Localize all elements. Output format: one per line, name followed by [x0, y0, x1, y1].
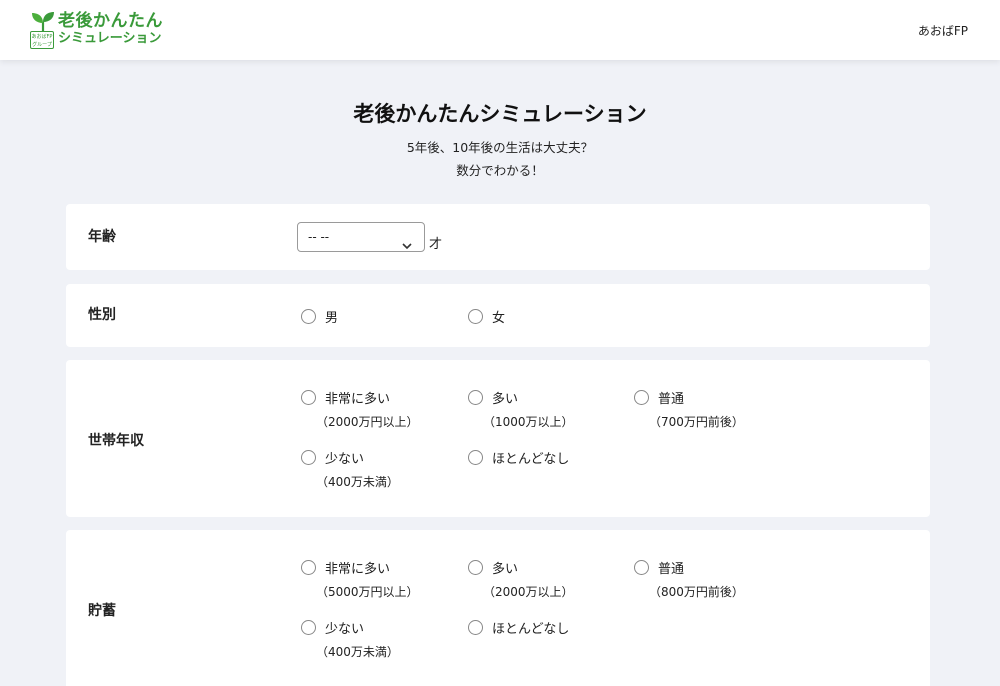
option-label: ほとんどなし	[492, 452, 570, 467]
subtitle-line-1: 5年後、10年後の生活は大丈夫？	[406, 140, 594, 155]
savings-option-almost-none[interactable]: ほとんどなし	[468, 618, 569, 637]
option-sublabel: （5000万円以上）	[316, 585, 419, 599]
site-header: あおばFP グループ 老後かんたん シミュレーション あおばFP	[0, 0, 1000, 60]
income-card: 世帯年収 非常に多い （2000万円以上） 多い （1000万以上） 普通 （7…	[66, 360, 930, 517]
savings-option-low[interactable]: 少ない	[301, 618, 364, 637]
option-label: 多い	[492, 562, 519, 577]
savings-option-normal[interactable]: 普通	[634, 558, 684, 577]
option-sublabel: （700万円前後）	[649, 415, 744, 429]
savings-option-high[interactable]: 多い	[468, 558, 518, 577]
gender-card: 性別 男 女	[66, 284, 930, 347]
option-sublabel: （400万未満）	[316, 645, 399, 659]
income-option-normal[interactable]: 普通	[634, 388, 684, 407]
age-card: 年齢 -- -- 才	[66, 204, 930, 270]
gender-label: 性別	[88, 307, 116, 323]
radio-button[interactable]	[301, 450, 316, 465]
radio-button[interactable]	[468, 450, 483, 465]
savings-label: 貯蓄	[88, 603, 116, 619]
age-label: 年齢	[88, 229, 116, 245]
logo-title: 老後かんたん	[58, 11, 163, 31]
age-select[interactable]: -- --	[297, 222, 425, 252]
income-option-almost-none[interactable]: ほとんどなし	[468, 448, 569, 467]
income-label: 世帯年収	[88, 433, 144, 449]
option-label: ほとんどなし	[492, 622, 570, 637]
savings-option-very-high[interactable]: 非常に多い	[301, 558, 390, 577]
option-sublabel: （2000万以上）	[483, 585, 574, 599]
age-unit: 才	[429, 237, 443, 252]
radio-button[interactable]	[468, 390, 483, 405]
option-label: 少ない	[325, 452, 365, 467]
radio-button[interactable]	[468, 560, 483, 575]
option-label: 多い	[492, 392, 519, 407]
savings-card: 貯蓄 非常に多い （5000万円以上） 多い （2000万以上） 普通 （800…	[66, 530, 930, 686]
header-user-name[interactable]: あおばFP	[918, 22, 968, 39]
option-label: 普通	[658, 392, 685, 407]
radio-button[interactable]	[301, 620, 316, 635]
radio-button[interactable]	[301, 309, 316, 324]
option-sublabel: （1000万以上）	[483, 415, 574, 429]
option-sublabel: （800万円前後）	[649, 585, 744, 599]
subtitle-line-2: 数分でわかる！	[456, 163, 544, 178]
radio-button[interactable]	[468, 309, 483, 324]
option-sublabel: （400万未満）	[316, 475, 399, 489]
logo-subtitle: シミュレーション	[58, 31, 162, 46]
gender-option-male[interactable]: 男	[301, 307, 338, 326]
sprout-icon: あおばFP グループ	[30, 11, 56, 49]
radio-button[interactable]	[634, 560, 649, 575]
option-label: 女	[492, 311, 506, 326]
option-sublabel: （2000万円以上）	[316, 415, 419, 429]
radio-button[interactable]	[301, 560, 316, 575]
gender-option-female[interactable]: 女	[468, 307, 505, 326]
income-option-high[interactable]: 多い	[468, 388, 518, 407]
radio-button[interactable]	[634, 390, 649, 405]
logo[interactable]: あおばFP グループ 老後かんたん シミュレーション	[30, 11, 163, 49]
option-label: 非常に多い	[325, 562, 391, 577]
radio-button[interactable]	[301, 390, 316, 405]
income-option-low[interactable]: 少ない	[301, 448, 364, 467]
income-option-very-high[interactable]: 非常に多い	[301, 388, 390, 407]
option-label: 普通	[658, 562, 685, 577]
page-subtitle: 5年後、10年後の生活は大丈夫？ 数分でわかる！	[0, 136, 1000, 182]
page-title: 老後かんたんシミュレーション	[353, 102, 647, 126]
hero: 老後かんたんシミュレーション 5年後、10年後の生活は大丈夫？ 数分でわかる！	[0, 98, 1000, 182]
logo-badge: あおばFP グループ	[30, 31, 54, 49]
radio-button[interactable]	[468, 620, 483, 635]
chevron-down-icon	[402, 232, 412, 260]
option-label: 非常に多い	[325, 392, 391, 407]
option-label: 男	[325, 311, 339, 326]
option-label: 少ない	[325, 622, 365, 637]
age-select-value: -- --	[308, 230, 330, 244]
